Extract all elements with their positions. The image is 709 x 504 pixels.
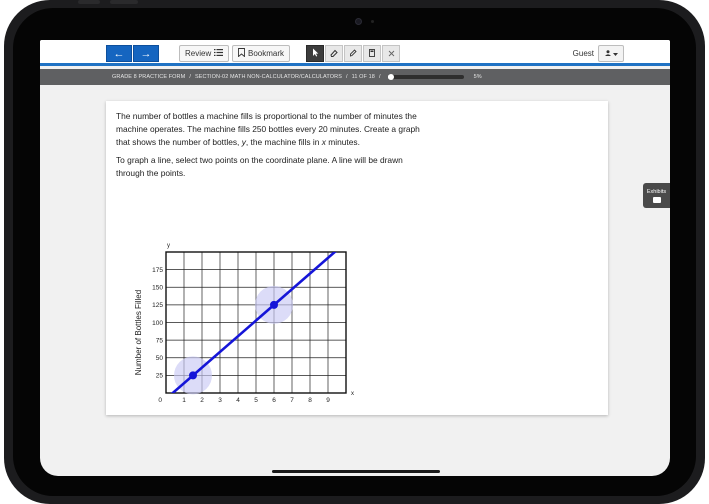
user-icon: [604, 49, 611, 58]
question-card: The number of bottles a machine fills is…: [106, 101, 608, 415]
user-menu-button[interactable]: [598, 45, 624, 62]
eraser-icon: [330, 49, 338, 59]
instruction-paragraph: To graph a line, select two points on th…: [116, 154, 456, 180]
breadcrumb-form: GRADE 8 PRACTICE FORM: [112, 74, 186, 80]
exhibits-tab[interactable]: Exhibits: [643, 183, 670, 208]
bookmark-icon: [238, 48, 245, 59]
y-tick-label: 175: [152, 267, 163, 274]
chevron-down-icon: [612, 49, 618, 58]
bookmark-label: Bookmark: [248, 49, 285, 58]
forward-button[interactable]: →: [133, 45, 159, 62]
question-text: that shows the number of bottles,: [116, 137, 242, 147]
selected-point[interactable]: [189, 371, 197, 380]
pointer-tool-button[interactable]: [306, 45, 324, 62]
breadcrumb-separator: /: [378, 74, 381, 80]
y-tick-label: 150: [152, 285, 163, 292]
folder-icon: [652, 196, 661, 203]
test-toolbar: ← → Review Bookmark Guest: [40, 40, 670, 66]
instruction-line: through the points.: [116, 168, 186, 178]
review-label: Review: [185, 49, 212, 58]
question-line: The number of bottles a machine fills is…: [116, 111, 417, 121]
review-button[interactable]: Review: [179, 45, 230, 62]
y-axis-name: y: [167, 243, 170, 249]
hardware-button: [78, 0, 100, 4]
question-position: 11 OF 18: [351, 74, 375, 80]
highlighter-icon: [349, 48, 357, 59]
home-indicator[interactable]: [272, 470, 440, 473]
question-text: minutes.: [325, 137, 360, 147]
sensor-icon: [371, 20, 374, 23]
question-paragraph: The number of bottles a machine fills is…: [116, 110, 456, 149]
y-tick-label: 125: [152, 302, 163, 309]
progress-bar: [387, 74, 464, 80]
calculator-tool-button[interactable]: [363, 45, 381, 62]
progress-percent: 5%: [473, 74, 482, 80]
y-tick-label: 75: [156, 337, 164, 344]
x-tick-label: 8: [308, 397, 312, 404]
x-tick-label: 6: [272, 397, 276, 404]
calculator-icon: [369, 48, 375, 59]
x-tick-label: 3: [218, 397, 222, 404]
y-tick-label: 100: [152, 320, 163, 327]
x-tick-label: 2: [200, 397, 204, 404]
list-icon: [214, 49, 224, 58]
highlighter-tool-button[interactable]: [344, 45, 362, 62]
x-tick-label: 1: [182, 397, 186, 404]
breadcrumb-separator: /: [189, 74, 191, 80]
y-tick-label: 50: [156, 355, 164, 362]
bookmark-button[interactable]: Bookmark: [232, 45, 291, 62]
y-axis-label: Number of Bottles Filled: [134, 290, 143, 375]
x-axis-label: Number of Minutes: [222, 405, 290, 406]
instruction-line: To graph a line, select two points on th…: [116, 155, 403, 165]
hardware-button: [110, 0, 138, 4]
question-text: , the machine fills in: [245, 137, 322, 147]
selected-point[interactable]: [270, 300, 278, 309]
arrow-left-icon: ←: [113, 47, 125, 60]
coordinate-plane[interactable]: 1 2 3 4 5 6 7 8 9 25 50 75 100 125 150 175 0 x y Number of …: [106, 236, 366, 406]
eraser-tool-button[interactable]: [325, 45, 343, 62]
question-line: machine operates. The machine fills 250 …: [116, 124, 420, 134]
x-tick-label: 7: [290, 397, 294, 404]
exhibits-label: Exhibits: [646, 188, 667, 195]
back-button[interactable]: ←: [106, 45, 132, 62]
x-tick-label: 9: [326, 397, 330, 404]
x-tick-label: 4: [236, 397, 240, 404]
x-axis-name: x: [351, 391, 354, 397]
guest-label: Guest: [572, 49, 594, 58]
breadcrumb-section: SECTION-02 MATH NON-CALCULATOR/CALCULATO…: [194, 74, 342, 80]
x-tick-label: 5: [254, 397, 258, 404]
y-tick-label: 25: [156, 373, 164, 380]
arrow-right-icon: →: [140, 47, 152, 60]
breadcrumb: GRADE 8 PRACTICE FORM / SECTION-02 MATH …: [40, 69, 670, 85]
pointer-icon: [312, 48, 319, 59]
breadcrumb-separator: /: [345, 74, 348, 80]
progress-knob: [387, 74, 394, 80]
question-line: that shows the number of bottles, y, the…: [116, 136, 456, 149]
tablet-screen: ← → Review Bookmark Guest GRADE 8 PRACTI…: [40, 40, 670, 476]
camera-icon: [355, 18, 362, 25]
origin-label: 0: [158, 397, 162, 404]
close-icon: [388, 49, 395, 59]
close-tool-button[interactable]: [382, 45, 400, 62]
